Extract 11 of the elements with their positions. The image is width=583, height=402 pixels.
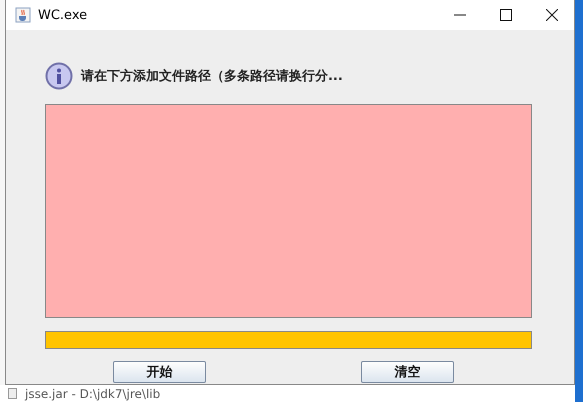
window-title: WC.exe bbox=[38, 8, 88, 22]
start-button[interactable]: 开始 bbox=[112, 361, 206, 383]
file-icon bbox=[8, 388, 17, 399]
path-input-area[interactable] bbox=[44, 104, 532, 318]
instruction-text: 请在下方添加文件路径（多条路径请换行分... bbox=[80, 68, 343, 85]
info-icon bbox=[44, 62, 73, 90]
cup-icon bbox=[14, 7, 31, 23]
maximize-icon[interactable] bbox=[500, 9, 512, 21]
clear-button[interactable]: 清空 bbox=[360, 361, 454, 383]
status-text: jsse.jar - D:\jdk7\jre\lib bbox=[25, 386, 160, 400]
close-icon[interactable] bbox=[546, 9, 558, 21]
